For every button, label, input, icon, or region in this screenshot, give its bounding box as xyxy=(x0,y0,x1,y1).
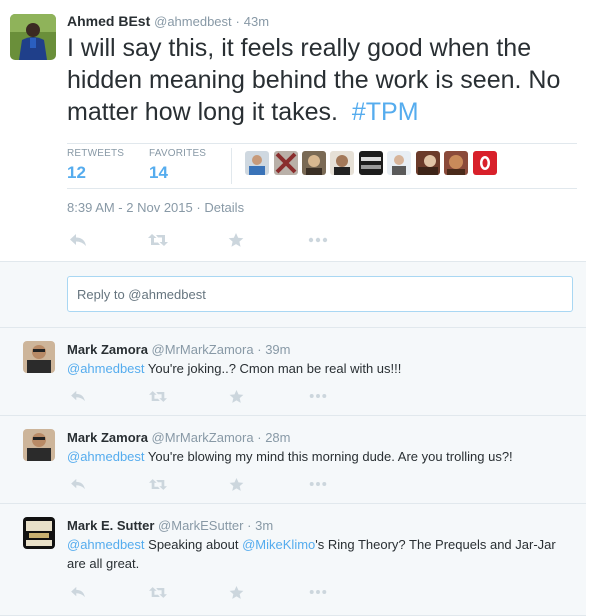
avatar[interactable] xyxy=(23,429,55,461)
author-handle[interactable]: @MrMarkZamora xyxy=(152,430,254,445)
star-icon xyxy=(229,389,243,403)
tweet-time[interactable]: 43m xyxy=(244,14,269,29)
tweet-body: Speaking about xyxy=(144,537,243,552)
separator: · xyxy=(235,14,240,29)
favorite-button[interactable] xyxy=(225,474,247,494)
reply-icon xyxy=(70,234,86,246)
retweet-button[interactable] xyxy=(147,386,169,406)
timestamp-text: 8:39 AM - 2 Nov 2015 xyxy=(67,200,193,215)
more-icon xyxy=(309,394,327,398)
avatar[interactable] xyxy=(245,151,269,175)
tweet-body: You're joking..? Cmon man be real with u… xyxy=(144,361,402,376)
retweets-count[interactable]: 12 xyxy=(67,163,124,183)
star-icon xyxy=(229,477,243,491)
more-button[interactable] xyxy=(307,474,329,494)
tweet-body: You're blowing my mind this morning dude… xyxy=(144,449,513,464)
separator: · xyxy=(257,342,262,357)
tweet-time[interactable]: 39m xyxy=(265,342,290,357)
more-icon xyxy=(309,590,327,594)
more-button[interactable] xyxy=(307,230,329,250)
mention-link[interactable]: @ahmedbest xyxy=(67,537,145,552)
avatar[interactable] xyxy=(302,151,326,175)
avatar[interactable] xyxy=(387,151,411,175)
star-icon xyxy=(229,585,243,599)
reply-button[interactable] xyxy=(67,230,89,250)
reply-icon xyxy=(71,390,85,402)
tweet-stats: RETWEETS 12 FAVORITES 14 xyxy=(67,143,577,189)
tweet-header: Mark Zamora @MrMarkZamora · 39m xyxy=(67,342,290,357)
avatar[interactable] xyxy=(274,151,298,175)
reply-tweet[interactable]: Mark Zamora @MrMarkZamora · 28m @ahmedbe… xyxy=(0,416,586,504)
favorites-count[interactable]: 14 xyxy=(149,163,206,183)
reply-button[interactable] xyxy=(67,386,89,406)
avatar[interactable] xyxy=(473,151,497,175)
reply-button[interactable] xyxy=(67,582,89,602)
retweet-icon xyxy=(149,478,167,490)
tweet-header: Ahmed BEst @ahmedbest · 43m xyxy=(67,13,269,29)
tweet-text: @ahmedbest You're joking..? Cmon man be … xyxy=(67,359,577,378)
avatar[interactable] xyxy=(23,517,55,549)
tweet-text: @ahmedbest Speaking about @MikeKlimo's R… xyxy=(67,535,577,573)
favorite-button[interactable] xyxy=(225,386,247,406)
more-icon xyxy=(308,237,328,243)
mention-link[interactable]: @ahmedbest xyxy=(67,449,145,464)
author-name[interactable]: Mark Zamora xyxy=(67,342,148,357)
retweet-button[interactable] xyxy=(147,230,169,250)
reply-input[interactable]: Reply to @ahmedbest xyxy=(67,276,573,312)
hashtag-link[interactable]: #TPM xyxy=(352,98,419,126)
reply-button[interactable] xyxy=(67,474,89,494)
mention-link[interactable]: @MikeKlimo xyxy=(242,537,315,552)
tweet-time[interactable]: 3m xyxy=(255,518,273,533)
retweet-icon xyxy=(149,586,167,598)
reply-icon xyxy=(71,478,85,490)
separator: · xyxy=(257,430,262,445)
avatar[interactable] xyxy=(359,151,383,175)
avatar[interactable] xyxy=(23,341,55,373)
avatar[interactable] xyxy=(416,151,440,175)
avatar[interactable] xyxy=(330,151,354,175)
avatar[interactable] xyxy=(10,14,56,60)
reply-tweet[interactable]: Mark Zamora @MrMarkZamora · 39m @ahmedbe… xyxy=(0,328,586,416)
favorites-label: FAVORITES xyxy=(149,148,207,159)
tweet-time[interactable]: 28m xyxy=(265,430,290,445)
author-name[interactable]: Mark Zamora xyxy=(67,430,148,445)
retweet-button[interactable] xyxy=(147,582,169,602)
retweet-icon xyxy=(149,390,167,402)
retweets-label: RETWEETS xyxy=(67,148,125,159)
tweet-panel: Ahmed BEst @ahmedbest · 43m I will say t… xyxy=(0,0,586,616)
retweets-stat[interactable]: RETWEETS 12 xyxy=(67,148,124,183)
tweet-header: Mark Zamora @MrMarkZamora · 28m xyxy=(67,430,290,445)
favorite-button[interactable] xyxy=(225,230,247,250)
reply-composer: Reply to @ahmedbest xyxy=(0,262,586,328)
retweet-icon xyxy=(148,234,168,246)
mention-link[interactable]: @ahmedbest xyxy=(67,361,145,376)
details-link[interactable]: Details xyxy=(204,200,244,215)
separator: · xyxy=(247,518,252,533)
tweet-timestamp: 8:39 AM - 2 Nov 2015 · Details xyxy=(67,200,244,215)
author-name[interactable]: Ahmed BEst xyxy=(67,13,150,29)
tweet-header: Mark E. Sutter @MarkESutter · 3m xyxy=(67,518,273,533)
favorites-stat[interactable]: FAVORITES 14 xyxy=(149,148,206,183)
main-tweet: Ahmed BEst @ahmedbest · 43m I will say t… xyxy=(0,0,586,262)
reply-icon xyxy=(71,586,85,598)
more-button[interactable] xyxy=(307,386,329,406)
author-handle[interactable]: @MrMarkZamora xyxy=(152,342,254,357)
tweet-body: I will say this, it feels really good wh… xyxy=(67,34,561,126)
reply-tweet[interactable]: Mark E. Sutter @MarkESutter · 3m @ahmedb… xyxy=(0,504,586,616)
avatar[interactable] xyxy=(444,151,468,175)
author-handle[interactable]: @MarkESutter xyxy=(158,518,243,533)
tweet-text: I will say this, it feels really good wh… xyxy=(67,32,577,128)
retweet-button[interactable] xyxy=(147,474,169,494)
tweet-text: @ahmedbest You're blowing my mind this m… xyxy=(67,447,577,466)
more-icon xyxy=(309,482,327,486)
stats-divider xyxy=(231,148,232,184)
more-button[interactable] xyxy=(307,582,329,602)
favorite-button[interactable] xyxy=(225,582,247,602)
star-icon xyxy=(228,233,244,247)
author-name[interactable]: Mark E. Sutter xyxy=(67,518,154,533)
author-handle[interactable]: @ahmedbest xyxy=(154,14,232,29)
